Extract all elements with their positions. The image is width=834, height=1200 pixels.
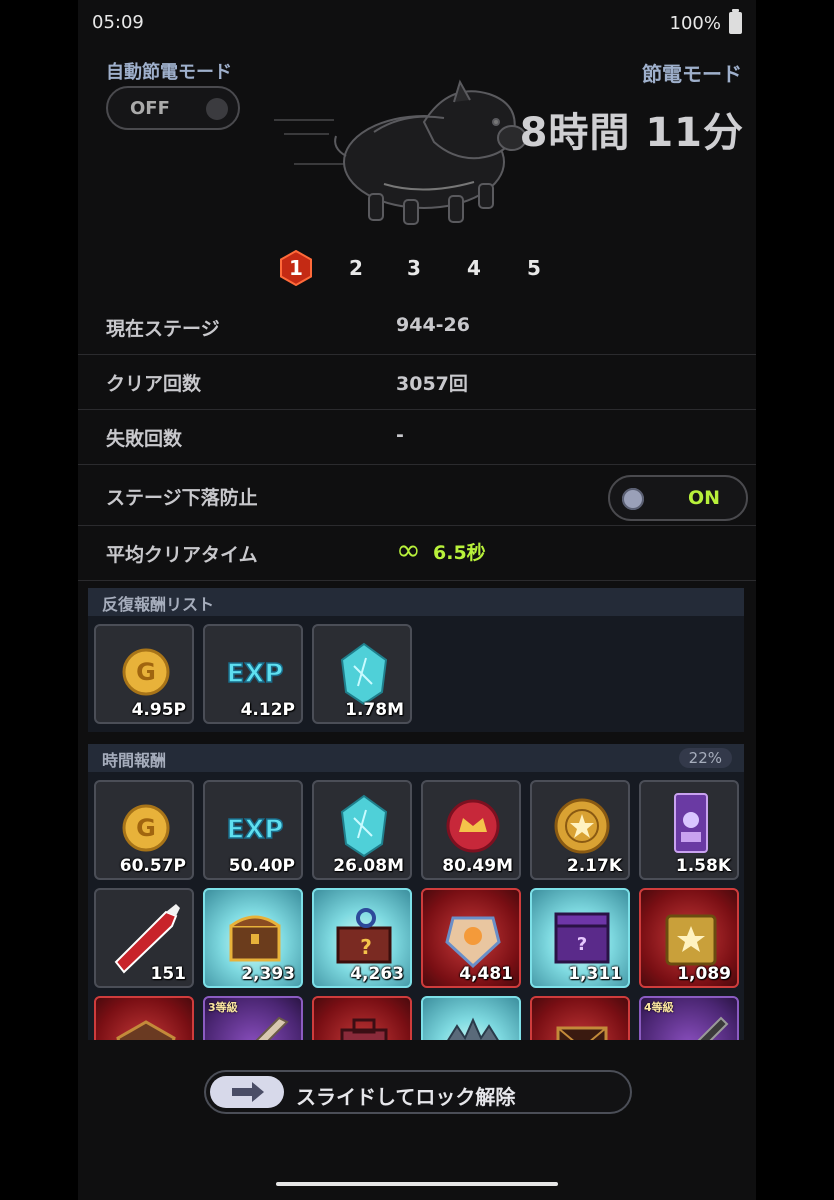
reward-tile-purple-chest[interactable]: ? 1,311	[530, 888, 630, 988]
panel-header: 時間報酬 22%	[88, 744, 744, 772]
svg-text:G: G	[136, 658, 156, 686]
stat-row-avg-clear: 平均クリアタイム ∞ 6.5秒	[78, 526, 756, 581]
page-tab-1[interactable]: 1	[278, 250, 314, 286]
power-save-screen: 05:09 100% 自動節電モード OFF 節電モード 8時間 11分 1 2…	[78, 0, 756, 1200]
page-tab-5[interactable]: 5	[516, 250, 552, 286]
reward-amount: 1,089	[677, 964, 731, 984]
stat-label: クリア回数	[106, 373, 202, 395]
reward-amount: 4,263	[350, 964, 404, 984]
reward-tile-exp[interactable]: EXP 50.40P	[203, 780, 303, 880]
page-selector: 1 2 3 4 5	[278, 250, 558, 286]
reward-tile-medal[interactable]: 2.17K	[530, 780, 630, 880]
reward-amount: 2.17K	[566, 856, 622, 876]
svg-text:?: ?	[360, 935, 372, 959]
infinity-icon: ∞	[396, 533, 421, 568]
reward-tile-gold[interactable]: G 4.95P	[94, 624, 194, 724]
power-save-mode-label: 節電モード	[642, 62, 742, 86]
page-tab-3[interactable]: 3	[396, 250, 432, 286]
page-tab-4[interactable]: 4	[456, 250, 492, 286]
home-indicator[interactable]	[276, 1182, 558, 1186]
page-tab-2[interactable]: 2	[338, 250, 374, 286]
boar-mascot-icon	[274, 79, 527, 225]
reward-tile-crystal[interactable]: 26.08M	[312, 780, 412, 880]
reward-tile-exp[interactable]: EXP 4.12P	[203, 624, 303, 724]
reward-amount: 4,481	[459, 964, 513, 984]
reward-amount: 60.57P	[119, 856, 186, 876]
status-time: 05:09	[92, 12, 144, 33]
reward-amount: 151	[150, 964, 187, 984]
stat-label: 現在ステージ	[106, 318, 220, 340]
stat-row-clear-count: クリア回数 3057回	[78, 355, 756, 410]
stats-list: 現在ステージ 944-26 クリア回数 3057回 失敗回数 - ステージ下落防…	[78, 300, 756, 581]
battery-percent: 100%	[669, 12, 721, 34]
reward-tile-gold[interactable]: G 60.57P	[94, 780, 194, 880]
reward-amount: 1,311	[568, 964, 622, 984]
stat-value: 3057回	[396, 373, 468, 395]
svg-text:G: G	[136, 814, 156, 842]
stage-drop-toggle[interactable]: ON	[608, 475, 748, 521]
stat-row-stage-drop: ステージ下落防止 ON	[78, 465, 756, 526]
stat-row-current-stage: 現在ステージ 944-26	[78, 300, 756, 355]
time-reward-panel: 時間報酬 22% G 60.57P EXP 50.40P 26.08M 80.4…	[88, 744, 744, 1096]
reward-tile-seal[interactable]: 80.49M	[421, 780, 521, 880]
reward-amount: 50.40P	[228, 856, 295, 876]
page-label: 1	[289, 256, 303, 280]
stat-value: 944-26	[396, 314, 470, 336]
panel-title: 反復報酬リスト	[102, 595, 215, 614]
slide-to-unlock[interactable]: スライドしてロック解除	[204, 1070, 632, 1114]
status-bar: 05:09 100%	[78, 0, 756, 46]
svg-text:EXP: EXP	[227, 815, 284, 845]
reward-amount: 4.12P	[240, 700, 295, 720]
battery-icon	[729, 9, 742, 34]
reward-tile-gold-chest[interactable]: 1,089	[639, 888, 739, 988]
reward-tile-chest[interactable]: 2,393	[203, 888, 303, 988]
unlock-label: スライドしてロック解除	[296, 1085, 516, 1109]
panel-header: 反復報酬リスト	[88, 588, 744, 616]
reward-tile-pencil[interactable]: 151	[94, 888, 194, 988]
reward-amount: 26.08M	[333, 856, 404, 876]
auto-power-save-label: 自動節電モード	[106, 62, 232, 83]
panel-title: 時間報酬	[102, 751, 167, 770]
reward-amount: 80.49M	[442, 856, 513, 876]
reward-tile-card[interactable]: 1.58K	[639, 780, 739, 880]
stat-label: 失敗回数	[106, 428, 183, 450]
arrow-right-icon	[232, 1082, 264, 1102]
toggle-knob-icon	[622, 488, 644, 510]
remaining-time: 8時間 11分	[519, 110, 744, 156]
reward-tile-mystery-box[interactable]: ? 4,263	[312, 888, 412, 988]
avg-clear-value: ∞ 6.5秒	[396, 536, 486, 566]
toggle-knob-icon	[206, 98, 228, 120]
reward-amount: 2,393	[241, 964, 295, 984]
stat-value: -	[396, 424, 404, 446]
stat-label: ステージ下落防止	[106, 487, 258, 509]
slide-handle[interactable]	[210, 1076, 284, 1108]
auto-toggle-state: OFF	[130, 98, 170, 119]
repeat-reward-panel: 反復報酬リスト G 4.95P EXP 4.12P 1.78M	[88, 588, 744, 732]
svg-text:EXP: EXP	[227, 659, 284, 689]
avg-clear-time: 6.5秒	[433, 541, 486, 564]
reward-tile-crest-chest[interactable]: 4,481	[421, 888, 521, 988]
reward-amount: 1.78M	[345, 700, 404, 720]
auto-power-save-toggle[interactable]: OFF	[106, 86, 240, 130]
battery-status: 100%	[669, 9, 742, 34]
reward-tile-crystal[interactable]: 1.78M	[312, 624, 412, 724]
progress-percent: 22%	[678, 748, 732, 768]
reward-amount: 1.58K	[675, 856, 731, 876]
reward-amount: 4.95P	[131, 700, 186, 720]
stat-row-fail-count: 失敗回数 -	[78, 410, 756, 465]
stat-label: 平均クリアタイム	[106, 544, 258, 566]
svg-text:?: ?	[577, 934, 587, 955]
toggle-state: ON	[687, 487, 720, 509]
